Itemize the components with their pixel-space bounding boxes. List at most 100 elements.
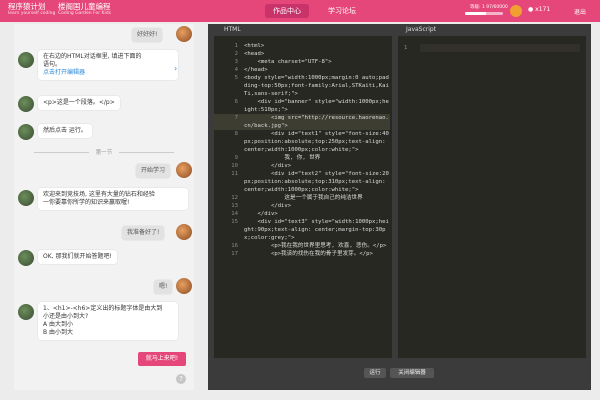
code-line[interactable]: 11 <div id="text2" style="font-size:20px… <box>214 170 390 194</box>
bot-avatar <box>18 96 34 112</box>
bot-message: 欢迎来到竞技场, 这里有大量的钻石和经验 一你要靠你所学的知识来赢取喔! <box>38 188 188 210</box>
js-active-line <box>420 44 580 52</box>
nav-forum[interactable]: 学习论坛 <box>320 4 364 18</box>
section-divider: 第一节 <box>24 148 184 156</box>
points-label: 97/60000 <box>486 5 508 10</box>
line-number: 2 <box>234 51 238 57</box>
bot-message: <p>这是一个段落。</p> <box>38 96 120 110</box>
code-line[interactable]: 2 <head> <box>214 50 390 58</box>
code-text: <html> <box>244 43 265 49</box>
coin-icon: ● <box>528 6 534 13</box>
js-editor[interactable]: 1 <box>398 36 586 358</box>
user-avatar <box>176 162 192 178</box>
bot-message: 然后点击 运行。 <box>38 124 92 138</box>
code-line[interactable]: 7 <img src="http://resource.haorenao.cn/… <box>214 114 390 130</box>
code-line[interactable]: 13 </div> <box>214 202 390 210</box>
logo-subtitle: Coding Garden For Kids <box>58 11 111 16</box>
code-line[interactable]: 3 <meta charset="UTF-8"> <box>214 58 390 66</box>
code-line[interactable]: 12 这是一个属于我自己的纯洁世界 <box>214 194 390 202</box>
line-number: 12 <box>231 195 238 201</box>
line-number: 1 <box>234 43 238 49</box>
level-label: 等级: 1 97/60000 <box>470 5 508 10</box>
code-editor-area: HTML JavaScript 1 <html> 2 <head> 3 <meta ch… <box>208 24 591 390</box>
bot-message: 在右边的HTML对话框里, 填进下面的 语句。 点击打开编辑器 <box>38 50 178 80</box>
coin-count: ● x171 <box>528 6 551 13</box>
user-message: 我准备好了! <box>122 226 165 240</box>
logout-link[interactable]: 退出 <box>574 7 586 16</box>
code-line[interactable]: 1 <html> <box>214 42 390 50</box>
code-text: <p>我在我的世界里思考, 欢喜, 悲伤。</p> <box>244 243 387 249</box>
user-message: 开始学习 <box>136 164 171 178</box>
code-text: </head> <box>244 67 268 73</box>
logo-title: 楼阁国儿童编程 <box>58 2 111 11</box>
line-number: 3 <box>234 59 238 65</box>
html-editor[interactable]: 1 <html> 2 <head> 3 <meta charset="UTF-8"> 4 <… <box>214 36 392 358</box>
code-text: <div id="banner" style="width:1000px;hei… <box>244 99 389 113</box>
code-text: </div> <box>244 203 292 209</box>
nav-works-center[interactable]: 作品中心 <box>265 4 309 18</box>
code-text: <p>我该的找伤在我的骨子里发芽。</p> <box>244 251 373 257</box>
line-number: 10 <box>231 163 238 169</box>
code-text: </div> <box>244 163 292 169</box>
user-message: 嗯! <box>154 280 173 294</box>
code-text: <meta charset="UTF-8"> <box>244 59 332 65</box>
bot-avatar <box>18 250 34 266</box>
code-text: <div id="text3" style="width:1000px;heig… <box>244 219 389 241</box>
code-line[interactable]: 16 <p>我在我的世界里思考, 欢喜, 悲伤。</p> <box>214 242 390 250</box>
js-panel-title: JavaScript <box>406 26 437 33</box>
code-line[interactable]: 10 </div> <box>214 162 390 170</box>
line-number: 6 <box>234 99 238 105</box>
code-text: <head> <box>244 51 265 57</box>
line-number: 7 <box>234 115 238 121</box>
bot-avatar <box>18 304 34 320</box>
chat-panel: 好好好! 在右边的HTML对话框里, 填进下面的 语句。 点击打开编辑器 › <… <box>14 24 194 390</box>
code-text: <img src="http://resource.haorenao.cn/ba… <box>244 115 389 129</box>
line-number: 9 <box>234 155 238 161</box>
code-text: <body style="width:1000px;margin:0 auto;… <box>244 75 389 97</box>
bot-question: 1、<h1>-<h6>定义出的标题字体是由大到 小还是由小到大? A 由大到小 … <box>38 302 178 340</box>
code-line[interactable]: 15 <div id="text3" style="width:1000px;h… <box>214 218 390 242</box>
js-line-number: 1 <box>404 45 408 51</box>
line-number: 17 <box>231 251 238 257</box>
line-number: 5 <box>234 75 238 81</box>
code-line[interactable]: 5 <body style="width:1000px;margin:0 auto… <box>214 74 390 98</box>
run-button[interactable]: 运行 <box>364 368 386 378</box>
code-text: </div> <box>244 211 278 217</box>
code-line[interactable]: 14 </div> <box>214 210 390 218</box>
code-line[interactable]: 17 <p>我该的找伤在我的骨子里发芽。</p> <box>214 250 390 258</box>
user-avatar[interactable] <box>510 5 522 17</box>
bot-avatar <box>18 52 34 68</box>
user-avatar <box>176 224 192 240</box>
option-b: B 由小到大 <box>43 329 74 336</box>
logo-subtitle: learn yourself coding <box>8 11 56 16</box>
top-bar: 程序猿计划 learn yourself coding 楼阁国儿童编程 Codi… <box>0 0 600 22</box>
code-line[interactable]: 6 <div id="banner" style="width:1000px;h… <box>214 98 390 114</box>
logo-title: 程序猿计划 <box>8 2 46 11</box>
code-line[interactable]: 9 我, 你, 世界 <box>214 154 390 162</box>
line-number: 8 <box>234 131 238 137</box>
help-icon[interactable]: ? <box>176 374 186 384</box>
code-text: <div id="text2" style="font-size:20px;po… <box>244 171 389 193</box>
logo-coding-garden[interactable]: 楼阁国儿童编程 Coding Garden For Kids <box>58 3 111 17</box>
code-line[interactable]: 8 <div id="text1" style="font-size:40px;… <box>214 130 390 154</box>
user-avatar <box>176 278 192 294</box>
start-answer-button[interactable]: 就马上来吧! <box>138 352 186 366</box>
line-number: 15 <box>231 219 238 225</box>
html-panel-title: HTML <box>224 26 241 33</box>
chevron-right-icon[interactable]: › <box>174 64 177 73</box>
code-text: 这是一个属于我自己的纯洁世界 <box>244 195 363 201</box>
option-a: A 由大到小 <box>43 321 74 328</box>
experience-progress-fill <box>465 12 486 15</box>
bot-avatar <box>18 124 34 140</box>
close-editor-button[interactable]: 关闭编辑器 <box>390 368 434 378</box>
html-code[interactable]: 1 <html> 2 <head> 3 <meta charset="UTF-8"> 4 <… <box>214 42 390 258</box>
experience-progress-bar <box>465 12 503 15</box>
logo-learn[interactable]: 程序猿计划 learn yourself coding <box>8 3 55 17</box>
open-editor-link[interactable]: 点击打开编辑器 <box>43 69 173 77</box>
line-number: 4 <box>234 67 238 73</box>
line-number: 16 <box>231 243 238 249</box>
line-number: 11 <box>231 171 238 177</box>
user-message: 好好好! <box>132 28 163 42</box>
code-line[interactable]: 4 </head> <box>214 66 390 74</box>
bot-message: OK, 那我们就开始答题吧! <box>38 250 117 264</box>
